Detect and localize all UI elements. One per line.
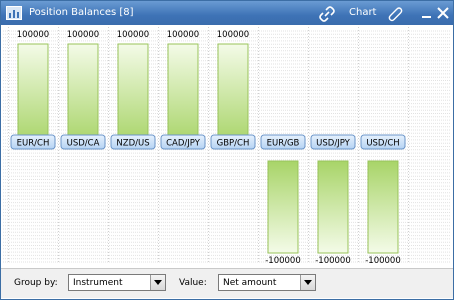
title-bar: Position Balances [8] Chart xyxy=(1,1,453,25)
category-label-NZD/US: NZD/US xyxy=(116,139,149,149)
link-icon[interactable] xyxy=(319,6,335,22)
data-label-NZD/US: 100000 xyxy=(117,30,149,40)
category-label-CAD/JPY: CAD/JPY xyxy=(166,139,201,149)
category-label-EUR/GB: EUR/GB xyxy=(267,139,300,149)
bar-USD/CA xyxy=(67,43,99,145)
data-label-EUR/CH: 100000 xyxy=(17,30,49,40)
bar-NZD/US xyxy=(117,43,149,145)
window-title: Position Balances [8] xyxy=(29,7,134,18)
chart-area: 100000 EUR/CH 100000 USD/CA 100000 NZD/US 1000… xyxy=(3,27,451,263)
category-label-USD/CH: USD/CH xyxy=(366,139,399,149)
bar-USD/JPY xyxy=(317,160,349,254)
category-label-GBP/CH: GBP/CH xyxy=(217,139,250,149)
window-icon xyxy=(6,6,22,20)
value-select[interactable]: Net amount xyxy=(218,274,316,291)
group-by-select[interactable]: Instrument xyxy=(68,274,166,291)
value-label: Value: xyxy=(179,278,207,288)
bar-CAD/JPY xyxy=(167,43,199,145)
group-by-label: Group by: xyxy=(14,278,58,288)
data-label-USD/JPY: -100000 xyxy=(315,256,351,263)
close-button[interactable] xyxy=(436,6,450,20)
position-balances-window: Position Balances [8] Chart 100000 EUR/CH… xyxy=(0,0,454,300)
bar-USD/CH xyxy=(367,160,399,254)
bottom-toolbar: Group by: Instrument Value: Net amount xyxy=(1,268,453,298)
bar-GBP/CH xyxy=(217,43,249,145)
category-label-EUR/CH: EUR/CH xyxy=(17,139,50,149)
value-select-value: Net amount xyxy=(223,278,277,288)
paperclip-icon[interactable] xyxy=(387,6,403,22)
chevron-down-icon[interactable] xyxy=(300,275,315,290)
bar-EUR/CH xyxy=(17,43,49,145)
group-by-value: Instrument xyxy=(73,278,123,288)
chart-button[interactable]: Chart xyxy=(349,7,376,18)
chevron-down-icon[interactable] xyxy=(150,275,165,290)
minimize-button[interactable] xyxy=(420,6,434,20)
bar-chart: 100000 EUR/CH 100000 USD/CA 100000 NZD/US 1000… xyxy=(3,27,451,263)
data-label-USD/CA: 100000 xyxy=(67,30,99,40)
category-label-USD/CA: USD/CA xyxy=(67,139,100,149)
data-label-USD/CH: -100000 xyxy=(365,256,401,263)
bar-EUR/GB xyxy=(267,160,299,254)
data-label-GBP/CH: 100000 xyxy=(217,30,249,40)
data-label-EUR/GB: -100000 xyxy=(265,256,301,263)
data-label-CAD/JPY: 100000 xyxy=(167,30,199,40)
category-label-USD/JPY: USD/JPY xyxy=(316,139,350,149)
